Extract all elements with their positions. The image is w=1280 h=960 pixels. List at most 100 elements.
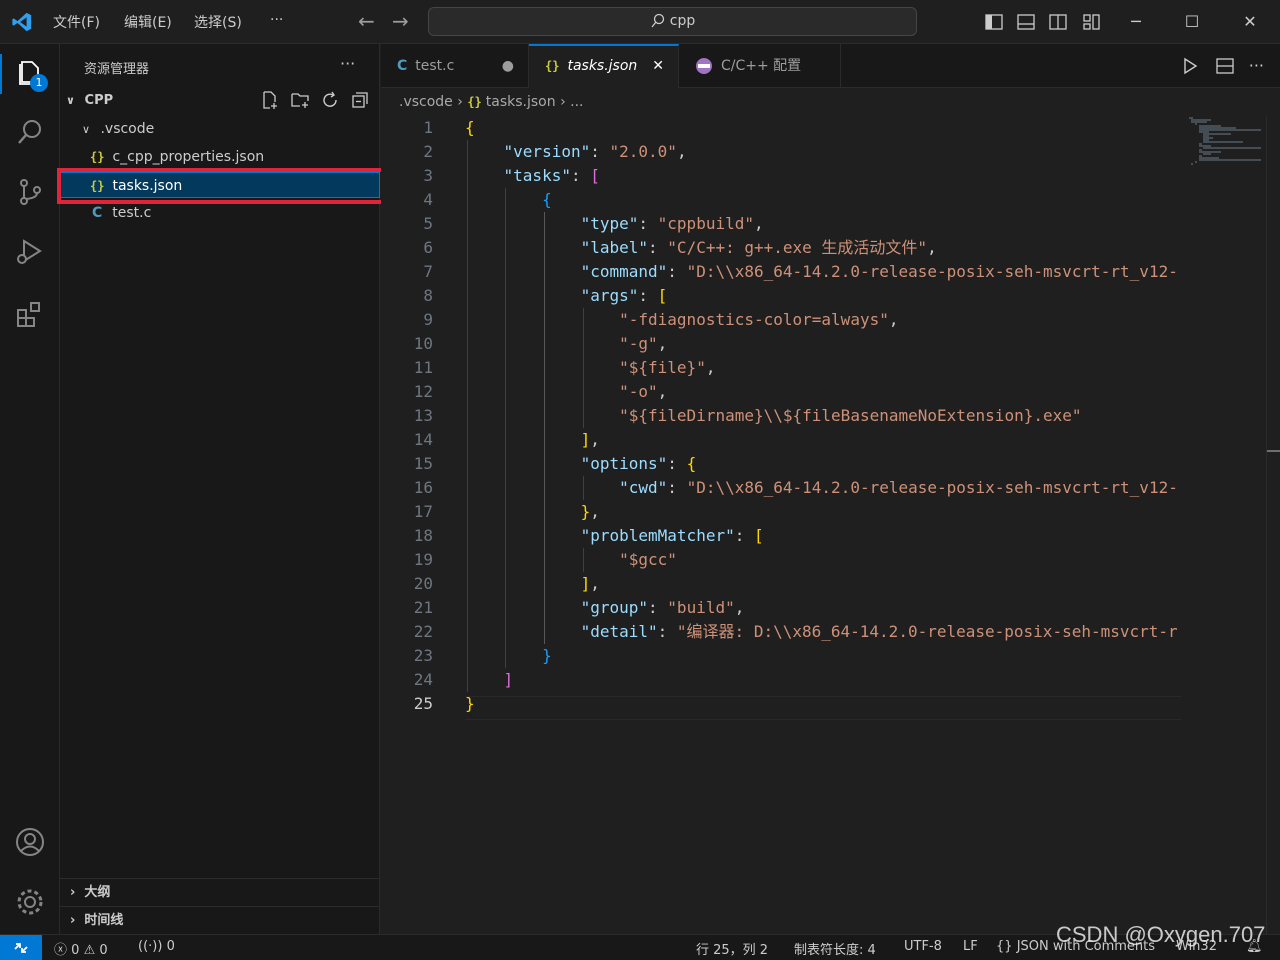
collapse-all-icon[interactable] [350,90,370,110]
split-editor-icon[interactable] [1215,56,1235,76]
json-file-icon: {} [90,150,105,164]
accounts-icon[interactable] [14,826,46,858]
scroll-cursor-marker [1267,450,1280,452]
minimize-icon[interactable]: ─ [1124,10,1148,34]
line-number: 24 [413,670,433,689]
new-file-icon[interactable] [260,90,280,110]
json-string: "2.0.0" [609,142,677,161]
maximize-icon[interactable]: ☐ [1180,10,1204,34]
tab-tasks-json[interactable]: {} tasks.json ✕ [529,44,679,88]
code-line: 7 "command": "D:\\x86_64-14.2.0-release-… [381,260,1181,284]
command-center-search[interactable]: cpp [428,7,917,36]
line-number: 5 [423,214,433,233]
line-number: 22 [413,622,433,641]
error-count: 0 [71,943,80,958]
run-icon[interactable] [1180,56,1200,76]
forward-arrow-icon[interactable]: → [392,9,409,33]
watermark: CSDN @Oxygen.707 [1056,922,1266,947]
code-line: 25} [381,692,1181,716]
breadcrumb-folder[interactable]: .vscode [399,94,453,110]
explorer-title: 资源管理器 [84,62,150,77]
json-string: "编译器: D:\\x86_64-14.2.0-release-posix-se… [676,622,1178,641]
c-file-icon: C [397,58,408,74]
line-number: 21 [413,598,433,617]
code-line: 9 "-fdiagnostics-color=always", [381,308,1181,332]
more-actions-icon[interactable]: ··· [1249,56,1264,75]
encoding[interactable]: UTF-8 [904,939,942,954]
breadcrumb-file[interactable]: tasks.json [486,94,556,110]
problems-indicator[interactable]: ⓧ 0 ⚠ 0 [54,939,108,958]
timeline-label: 时间线 [84,913,124,928]
menu-more[interactable]: ··· [270,12,283,28]
toggle-secondary-sidebar-icon[interactable] [1048,12,1068,32]
line-number: 23 [413,646,433,665]
menu-file[interactable]: 文件(F) [53,12,100,32]
json-key: "cwd" [619,478,668,497]
tree-item-c-cpp-properties[interactable]: {} c_cpp_properties.json [60,144,380,170]
extensions-icon[interactable] [14,298,46,330]
json-file-icon: {} [545,59,560,73]
line-number: 20 [413,574,433,593]
minimap[interactable] [1181,116,1266,934]
chevron-down-icon: ∨ [82,123,91,136]
json-string: "D:\\x86_64-14.2.0-release-posix-seh-msv… [686,262,1178,281]
code-editor[interactable]: 1{ 2 "version": "2.0.0", 3 "tasks": [ 4 … [381,116,1181,934]
remote-indicator[interactable] [0,935,42,960]
tree-item-label: .vscode [100,121,155,137]
line-number: 12 [413,382,433,401]
close-icon[interactable]: ✕ [652,46,664,86]
json-key: "label" [580,238,649,257]
line-number: 4 [423,190,433,209]
toggle-primary-sidebar-icon[interactable] [984,12,1004,32]
search-icon [651,13,664,28]
tree-item-label: c_cpp_properties.json [112,149,265,165]
ports-indicator[interactable]: ((·)) 0 [138,939,175,954]
vertical-scrollbar[interactable] [1266,116,1280,934]
menu-selection[interactable]: 选择(S) [194,12,242,32]
explorer-more-button[interactable]: ··· [340,54,355,73]
tab-size[interactable]: 制表符长度: 4 [794,939,876,958]
toggle-panel-icon[interactable] [1016,12,1036,32]
new-folder-icon[interactable] [290,90,310,110]
tab-cpp-config[interactable]: C/C++ 配置 [679,44,841,88]
code-line: 5 "type": "cppbuild", [381,212,1181,236]
unsaved-dot-icon[interactable]: ● [502,44,514,88]
customize-layout-icon[interactable] [1082,12,1102,32]
code-line: 11 "${file}", [381,356,1181,380]
title-bar: 文件(F) 编辑(E) 选择(S) ··· ← → cpp ─ ☐ ✕ [0,0,1280,44]
run-debug-icon[interactable] [14,236,46,268]
menu-edit[interactable]: 编辑(E) [124,12,172,32]
minimap-preview [1189,117,1261,165]
outline-section-header[interactable]: › 大纲 [60,878,380,906]
line-number: 19 [413,550,433,569]
active-indicator [0,54,2,94]
close-window-icon[interactable]: ✕ [1238,10,1262,34]
search-view-icon[interactable] [14,116,46,148]
json-key: "version" [503,142,591,161]
refresh-icon[interactable] [320,90,340,110]
json-string: "${file}" [619,358,706,377]
cursor-position[interactable]: 行 25，列 2 [696,939,768,958]
tab-test-c[interactable]: Ctest.c ● [381,44,529,88]
line-number: 1 [423,118,433,137]
search-text: cpp [669,13,696,29]
code-line: 13 "${fileDirname}\\${fileBasenameNoExte… [381,404,1181,428]
line-number: 14 [413,430,433,449]
timeline-section-header[interactable]: › 时间线 [60,906,380,934]
code-line: 6 "label": "C/C++: g++.exe 生成活动文件", [381,236,1181,260]
activity-bar: 1 [0,44,60,934]
end-of-line[interactable]: LF [963,939,978,954]
line-number: 17 [413,502,433,521]
breadcrumb-more[interactable]: ... [570,94,583,110]
source-control-icon[interactable] [14,176,46,208]
editor-actions: ··· [1180,56,1264,80]
json-key: "detail" [580,622,658,641]
back-arrow-icon[interactable]: ← [358,9,375,33]
chevron-right-icon: › [457,94,468,110]
code-line: 15 "options": { [381,452,1181,476]
line-number: 9 [423,310,433,329]
error-icon: ⓧ [54,943,68,958]
tree-item-vscode-folder[interactable]: ∨ .vscode [60,116,380,142]
gear-icon[interactable] [14,886,46,918]
warning-count: 0 [99,943,108,958]
